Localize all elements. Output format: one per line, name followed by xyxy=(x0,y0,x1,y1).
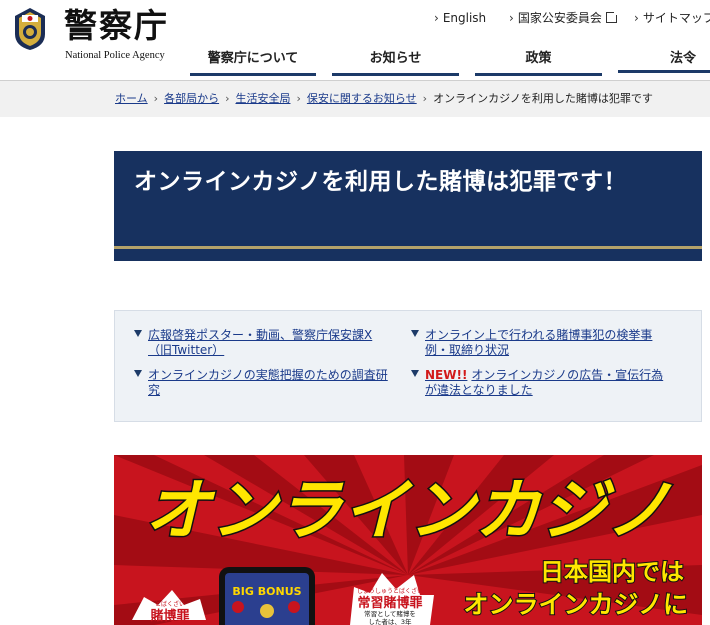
anchor-link-cases-label: オンライン上で行われる賭博事犯の検挙事例・取締り状況 xyxy=(425,328,653,357)
poster-graphic: オンラインカジノ BIG BONUS とばくざい 賭博罪 じょうしゅうとばくざい… xyxy=(114,455,702,625)
anchor-link-posters[interactable]: 広報啓発ポスター・動画、警察庁保安課X（旧Twitter） xyxy=(134,328,384,358)
page-title-box: オンラインカジノを利用した賭博は犯罪です！ xyxy=(114,151,702,261)
chevron-right-icon: › xyxy=(422,92,428,105)
nav-law[interactable]: 法令 xyxy=(618,47,710,73)
breadcrumb-bureaus[interactable]: 各部局から xyxy=(164,92,219,105)
breadcrumb-community-safety[interactable]: 生活安全局 xyxy=(235,92,290,105)
triangle-down-icon xyxy=(411,370,419,377)
right-burst-text-2: した者は、3年 xyxy=(368,617,412,625)
chevron-right-icon: › xyxy=(434,11,439,25)
util-link-english[interactable]: › English xyxy=(434,10,486,26)
chevron-right-icon: › xyxy=(509,11,514,25)
util-link-sitemap[interactable]: › サイトマップ xyxy=(634,10,710,26)
nav-news[interactable]: お知らせ xyxy=(332,47,459,76)
chevron-right-icon: › xyxy=(296,92,301,105)
util-link-sitemap-label: サイトマップ xyxy=(642,11,710,25)
poster-line-2: オンラインカジノに xyxy=(463,590,688,619)
site-header: 警察庁 National Police Agency › English › 国家公… xyxy=(0,0,710,81)
left-burst-ruby: とばくざい xyxy=(155,600,185,608)
poster-headline: オンラインカジノ xyxy=(145,472,673,549)
right-burst-text-1: 常習として賭博を xyxy=(364,609,416,618)
util-link-npsc-label: 国家公安委員会 xyxy=(517,11,602,25)
anchor-link-research[interactable]: オンラインカジノの実態把握のための調査研究 xyxy=(134,368,392,398)
nav-policy[interactable]: 政策 xyxy=(475,47,602,76)
external-link-icon xyxy=(605,10,619,23)
anchor-links: 広報啓発ポスター・動画、警察庁保安課X（旧Twitter） オンライン上で行われ… xyxy=(114,310,702,422)
anchor-link-posters-label: 広報啓発ポスター・動画、警察庁保安課X（旧Twitter） xyxy=(148,328,373,357)
page-title: オンラインカジノを利用した賭博は犯罪です！ xyxy=(134,169,628,195)
breadcrumb-current: オンラインカジノを利用した賭博は犯罪です xyxy=(433,92,653,105)
anchor-link-ads[interactable]: NEW!! オンラインカジノの広告・宣伝行為が違法となりました xyxy=(411,368,673,398)
triangle-down-icon xyxy=(134,370,142,377)
new-badge: NEW!! xyxy=(425,368,468,382)
breadcrumb-home[interactable]: ホーム xyxy=(115,92,148,105)
right-burst-title: 常習賭博罪 xyxy=(357,595,422,611)
right-burst-ruby: じょうしゅうとばくざい xyxy=(357,587,423,595)
chevron-right-icon: › xyxy=(225,92,230,105)
poster-line-1: 日本国内では xyxy=(540,558,684,586)
phone-label: BIG BONUS xyxy=(232,585,301,598)
util-link-npsc[interactable]: › 国家公安委員会 xyxy=(509,10,619,26)
title-divider xyxy=(114,246,702,249)
police-emblem-icon[interactable] xyxy=(12,6,48,52)
chevron-right-icon: › xyxy=(634,11,639,25)
anchor-link-cases[interactable]: オンライン上で行われる賭博事犯の検挙事例・取締り状況 xyxy=(411,328,673,358)
triangle-down-icon xyxy=(411,330,419,337)
poster-image: オンラインカジノ BIG BONUS とばくざい 賭博罪 じょうしゅうとばくざい… xyxy=(114,455,702,625)
util-link-english-label: English xyxy=(442,11,487,25)
triangle-down-icon xyxy=(134,330,142,337)
site-subtitle: National Police Agency xyxy=(65,50,165,61)
breadcrumb-security-notices[interactable]: 保安に関するお知らせ xyxy=(307,92,417,105)
nav-about[interactable]: 警察庁について xyxy=(190,47,316,76)
breadcrumb: ホーム › 各部局から › 生活安全局 › 保安に関するお知らせ › オンラインカジノを利用した… xyxy=(0,81,710,117)
site-title[interactable]: 警察庁 xyxy=(64,6,169,46)
anchor-link-research-label: オンラインカジノの実態把握のための調査研究 xyxy=(148,368,388,397)
chevron-right-icon: › xyxy=(153,92,159,105)
left-burst-title: 賭博罪 xyxy=(150,608,189,624)
